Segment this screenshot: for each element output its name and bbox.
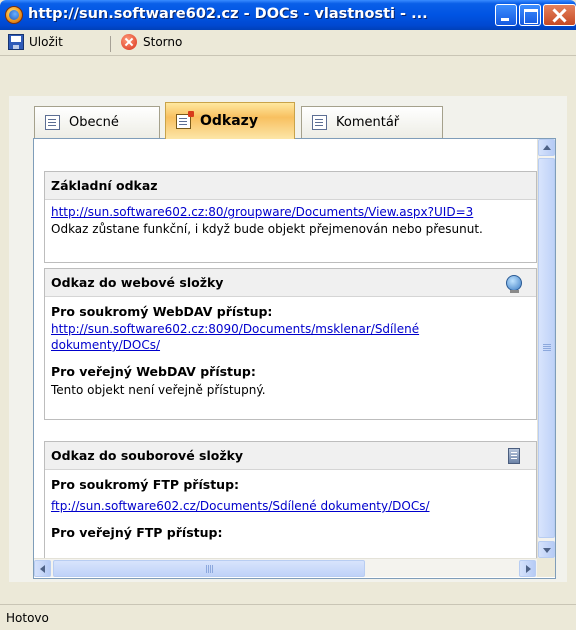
- scrollbar-corner: [537, 558, 555, 577]
- title-bar[interactable]: http://sun.software602.cz - DOCs - vlast…: [0, 0, 576, 30]
- close-button[interactable]: [543, 4, 576, 26]
- links-icon: [176, 110, 194, 129]
- arrow-up-icon: [543, 145, 551, 150]
- web-folder-section: Odkaz do webové složky Pro soukromý WebD…: [44, 268, 537, 420]
- cancel-button[interactable]: Storno: [121, 34, 182, 50]
- toolbar-separator: [110, 36, 111, 52]
- status-bar: Hotovo: [0, 604, 576, 630]
- webdav-public-text: Tento objekt není veřejně přístupný.: [51, 383, 266, 397]
- grip-icon: [206, 565, 207, 573]
- scroll-up-button[interactable]: [538, 139, 555, 156]
- vertical-scroll-thumb[interactable]: [538, 158, 555, 538]
- cancel-label: Storno: [143, 35, 183, 49]
- section-title: Odkaz do webové složky: [51, 275, 224, 290]
- save-button[interactable]: Uložit: [8, 34, 63, 50]
- server-icon[interactable]: [508, 448, 520, 464]
- web-folder-icon[interactable]: [506, 275, 522, 293]
- tab-comment[interactable]: Komentář: [301, 106, 443, 138]
- section-title: Základní odkaz: [45, 172, 536, 200]
- firefox-icon: [5, 6, 23, 24]
- basic-link-section: Základní odkaz http://sun.software602.cz…: [44, 171, 537, 263]
- webdav-public-label: Pro veřejný WebDAV přístup:: [51, 364, 256, 379]
- document-icon: [45, 115, 60, 130]
- ftp-public-label: Pro veřejný FTP přístup:: [51, 525, 223, 540]
- maximize-button[interactable]: [519, 4, 541, 26]
- tab-label: Obecné: [69, 115, 119, 130]
- save-label: Uložit: [29, 35, 63, 49]
- ftp-private-link[interactable]: ftp://sun.software602.cz/Documents/Sdíle…: [51, 498, 530, 514]
- section-header: Odkaz do souborové složky: [45, 442, 536, 470]
- tab-label: Komentář: [336, 115, 400, 130]
- grip-icon: [543, 344, 551, 345]
- basic-link-note: Odkaz zůstane funkční, i když bude objek…: [51, 222, 483, 236]
- tab-general[interactable]: Obecné: [34, 106, 160, 138]
- basic-link[interactable]: http://sun.software602.cz:80/groupware/D…: [51, 204, 530, 220]
- webdav-private-link[interactable]: http://sun.software602.cz:8090/Documents…: [51, 321, 481, 353]
- window-title: http://sun.software602.cz - DOCs - vlast…: [28, 6, 428, 22]
- section-title: Odkaz do souborové složky: [51, 448, 244, 463]
- tab-label: Odkazy: [200, 113, 258, 129]
- status-text: Hotovo: [6, 611, 49, 625]
- scroll-down-button[interactable]: [538, 541, 555, 558]
- arrow-down-icon: [543, 548, 551, 553]
- toolbar: Uložit Storno: [0, 30, 576, 56]
- horizontal-scroll-thumb[interactable]: [53, 560, 365, 577]
- scroll-content: Základní odkaz http://sun.software602.cz…: [34, 139, 537, 558]
- floppy-disk-icon: [8, 34, 24, 50]
- cancel-icon: [121, 34, 137, 50]
- section-header: Odkaz do webové složky: [45, 269, 536, 297]
- webdav-private-label: Pro soukromý WebDAV přístup:: [51, 304, 273, 319]
- tab-links[interactable]: Odkazy: [165, 102, 295, 139]
- vertical-scrollbar[interactable]: [537, 139, 555, 558]
- horizontal-scrollbar[interactable]: [34, 558, 537, 577]
- arrow-right-icon: [526, 565, 531, 573]
- comment-icon: [312, 115, 327, 130]
- scroll-right-button[interactable]: [519, 560, 536, 577]
- file-folder-section: Odkaz do souborové složky Pro soukromý F…: [44, 441, 537, 558]
- minimize-button[interactable]: [495, 4, 517, 26]
- arrow-left-icon: [40, 565, 45, 573]
- scroll-left-button[interactable]: [34, 560, 51, 577]
- ftp-private-label: Pro soukromý FTP přístup:: [51, 477, 240, 492]
